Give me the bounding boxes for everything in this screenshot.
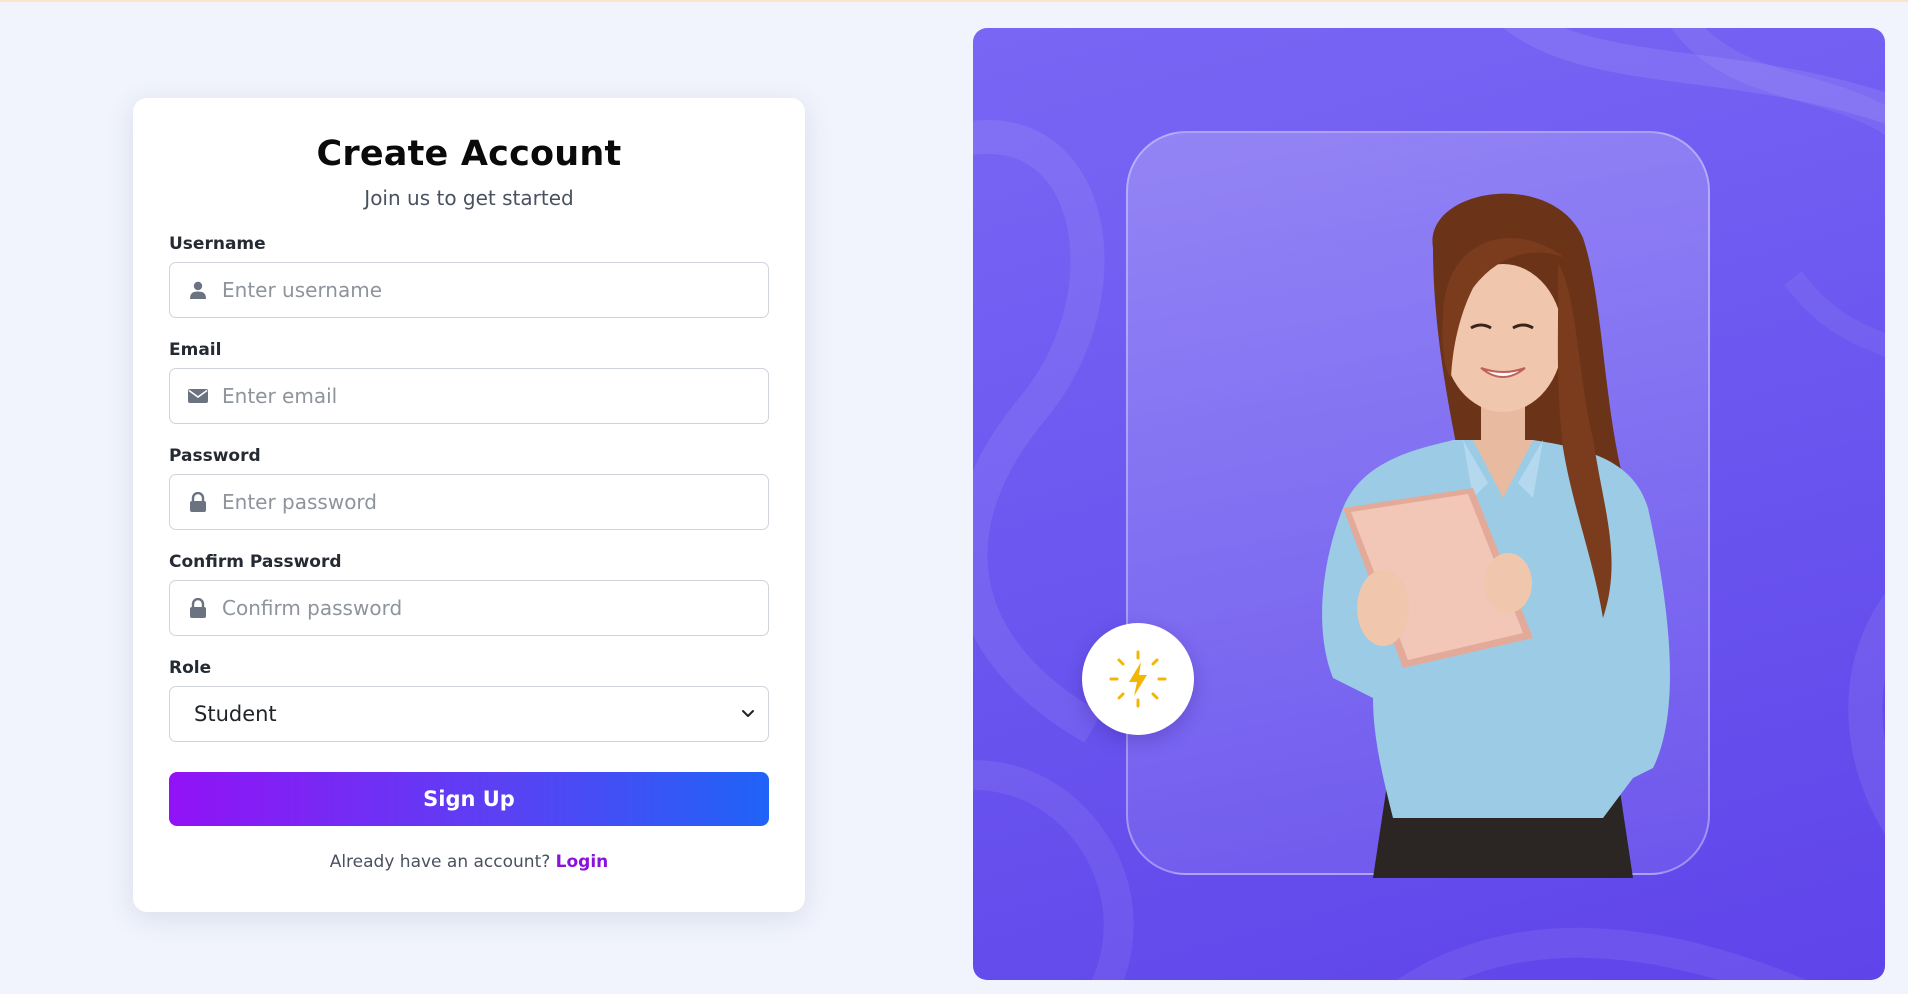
password-label: Password <box>169 446 261 466</box>
lightning-bolt-icon <box>1109 650 1167 708</box>
role-select[interactable]: Student <box>169 686 769 742</box>
login-link[interactable]: Login <box>556 852 609 872</box>
email-label: Email <box>169 340 222 360</box>
page-subtitle: Join us to get started <box>364 186 574 210</box>
email-input[interactable] <box>222 369 768 423</box>
password-input[interactable] <box>222 475 768 529</box>
page-title: Create Account <box>316 134 622 174</box>
password-input-box[interactable] <box>169 474 769 530</box>
chevron-down-icon <box>740 702 756 726</box>
role-selected-value: Student <box>194 702 277 726</box>
confirm-password-input-box[interactable] <box>169 580 769 636</box>
user-icon <box>188 280 208 300</box>
password-field-group: Password <box>169 446 769 530</box>
lock-icon <box>188 492 208 512</box>
login-prompt-text: Already have an account? <box>329 852 551 872</box>
username-input-box[interactable] <box>169 262 769 318</box>
lock-icon <box>188 598 208 618</box>
confirm-password-input[interactable] <box>222 581 768 635</box>
confirm-password-label: Confirm Password <box>169 552 342 572</box>
signup-card: Create Account Join us to get started Us… <box>133 98 805 912</box>
username-label: Username <box>169 234 266 254</box>
username-field-group: Username <box>169 234 769 318</box>
login-prompt: Already have an account? Login <box>169 852 769 872</box>
woman-with-tablet-illustration <box>1322 193 1670 878</box>
signup-button[interactable]: Sign Up <box>169 772 769 826</box>
hero-panel <box>973 28 1885 980</box>
role-field-group: Role Student <box>169 658 769 742</box>
username-input[interactable] <box>222 263 768 317</box>
envelope-icon <box>188 386 208 406</box>
confirm-password-field-group: Confirm Password <box>169 552 769 636</box>
role-label: Role <box>169 658 212 678</box>
email-input-box[interactable] <box>169 368 769 424</box>
lightning-bolt-badge <box>1082 623 1194 735</box>
email-field-group: Email <box>169 340 769 424</box>
